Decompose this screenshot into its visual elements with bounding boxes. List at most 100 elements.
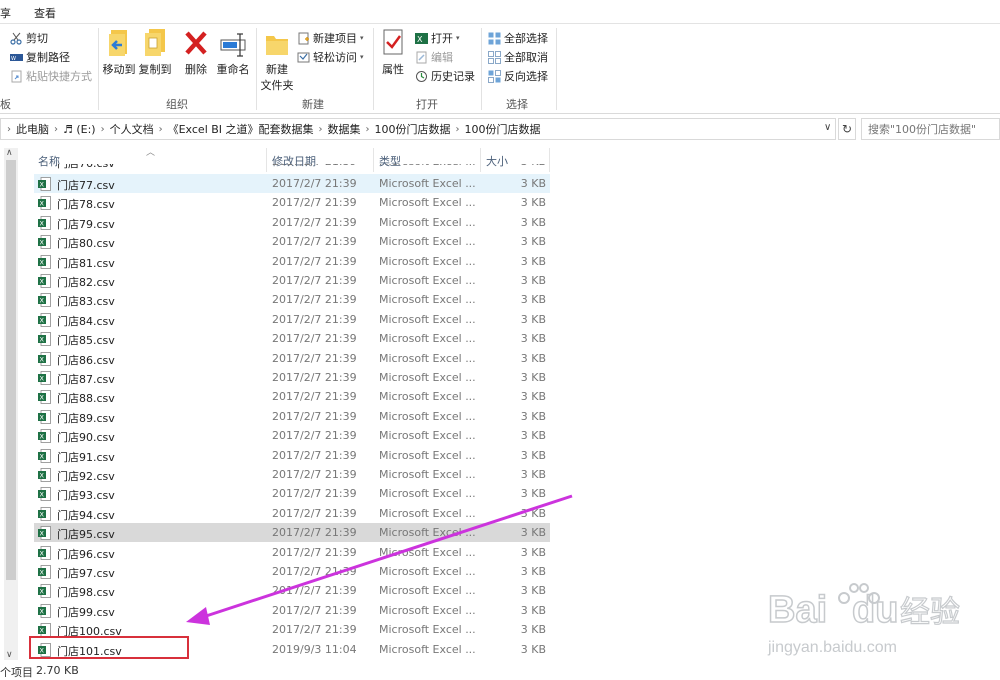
new-item-icon bbox=[298, 32, 309, 44]
move-to-icon bbox=[109, 30, 127, 56]
scroll-up-icon[interactable]: ∧ bbox=[6, 148, 13, 158]
file-date: 2017/2/7 21:39 bbox=[272, 164, 357, 168]
file-date: 2017/2/7 21:39 bbox=[272, 526, 357, 540]
edit-button[interactable]: 编辑 bbox=[415, 49, 453, 65]
file-name: 门店99.csv bbox=[57, 605, 115, 619]
tab-share[interactable]: 享 bbox=[0, 5, 11, 21]
copy-to-button[interactable]: 复制到 bbox=[138, 28, 172, 77]
excel-icon: X bbox=[415, 32, 428, 44]
file-date: 2017/2/7 21:39 bbox=[272, 448, 357, 462]
file-type: Microsoft Excel ... bbox=[379, 468, 475, 481]
file-row[interactable]: X 门店90.csv 2017/2/7 21:39 Microsoft Excel .… bbox=[34, 426, 550, 445]
file-type: Microsoft Excel ... bbox=[379, 506, 475, 520]
breadcrumb-store-data-parent[interactable]: 100份门店数据 bbox=[375, 121, 451, 137]
file-row[interactable]: X 门店94.csv 2017/2/7 21:39 Microsoft Excel .… bbox=[34, 504, 550, 523]
breadcrumb-drive-e[interactable]: ♬ (E:) bbox=[63, 123, 96, 136]
file-date: 2019/9/3 11:04 bbox=[272, 642, 357, 656]
file-size: 3 KB bbox=[520, 448, 546, 462]
select-none-button[interactable]: 全部取消 bbox=[488, 49, 548, 65]
file-row[interactable]: X 门店95.csv 2017/2/7 21:39 Microsoft Excel .… bbox=[34, 523, 550, 543]
select-all-button[interactable]: 全部选择 bbox=[488, 30, 548, 46]
file-row[interactable]: X 门店89.csv 2017/2/7 21:39 Microsoft Excel .… bbox=[34, 407, 550, 426]
file-date: 2017/2/7 21:39 bbox=[272, 409, 357, 423]
refresh-icon[interactable]: ↻ bbox=[838, 118, 856, 140]
file-date: 2017/2/7 21:39 bbox=[272, 293, 357, 307]
copy-path-label: 复制路径 bbox=[26, 51, 70, 64]
rename-label: 重命名 bbox=[216, 63, 250, 76]
breadcrumb-excel-bi[interactable]: 《Excel BI 之道》配套数据集 bbox=[168, 121, 314, 137]
file-row[interactable]: X 门店86.csv 2017/2/7 21:39 Microsoft Excel .… bbox=[34, 349, 550, 368]
file-row[interactable]: X 门店80.csv 2017/2/7 21:39 Microsoft Excel .… bbox=[34, 232, 550, 251]
file-row[interactable]: X 门店97.csv 2017/2/7 21:39 Microsoft Excel .… bbox=[34, 562, 550, 581]
address-dropdown-icon[interactable]: ∨ bbox=[824, 122, 831, 133]
file-date: 2017/2/7 21:39 bbox=[272, 429, 357, 443]
file-size: 3 KB bbox=[520, 371, 546, 384]
file-row[interactable]: X 门店82.csv 2017/2/7 21:39 Microsoft Excel .… bbox=[34, 271, 550, 290]
paste-shortcut-button[interactable]: 粘贴快捷方式 bbox=[10, 68, 92, 84]
file-row[interactable]: X 门店91.csv 2017/2/7 21:39 Microsoft Excel .… bbox=[34, 446, 550, 465]
file-row[interactable]: X 门店77.csv 2017/2/7 21:39 Microsoft Excel .… bbox=[34, 174, 550, 193]
breadcrumb-sep: › bbox=[158, 123, 163, 135]
file-name: 门店87.csv bbox=[57, 373, 115, 386]
file-row[interactable]: X 门店98.csv 2017/2/7 21:39 Microsoft Excel .… bbox=[34, 581, 550, 600]
open-button[interactable]: X 打开 ▾ bbox=[415, 30, 460, 46]
file-type: Microsoft Excel ... bbox=[379, 177, 475, 190]
file-size: 3 KB bbox=[520, 603, 546, 617]
tab-view[interactable]: 查看 bbox=[34, 5, 56, 21]
breadcrumb-store-data[interactable]: 100份门店数据 bbox=[465, 121, 541, 137]
breadcrumb-this-pc[interactable]: 此电脑 bbox=[16, 121, 49, 137]
file-row[interactable]: 门店76.csv 2017/2/7 21:39 Microsoft Excel ..… bbox=[34, 164, 550, 174]
csv-file-icon: X bbox=[38, 274, 51, 288]
properties-button[interactable]: 属性 bbox=[378, 28, 408, 77]
invert-selection-button[interactable]: 反向选择 bbox=[488, 68, 548, 84]
scrollbar-thumb[interactable] bbox=[6, 160, 16, 580]
history-button[interactable]: 历史记录 bbox=[415, 68, 475, 84]
copy-path-button[interactable]: W 复制路径 bbox=[10, 49, 70, 65]
file-row[interactable]: X 门店85.csv 2017/2/7 21:39 Microsoft Excel .… bbox=[34, 329, 550, 348]
breadcrumb-sep: › bbox=[455, 123, 460, 135]
svg-text:X: X bbox=[40, 394, 45, 402]
csv-file-icon: X bbox=[38, 526, 51, 541]
file-name: 门店93.csv bbox=[57, 489, 115, 503]
new-folder-button[interactable]: 新建 文件夹 bbox=[260, 28, 294, 93]
history-icon bbox=[416, 70, 427, 82]
new-folder-label-1: 新建 bbox=[266, 63, 288, 76]
breadcrumb-sep: › bbox=[365, 123, 370, 135]
breadcrumb-sep: › bbox=[7, 123, 11, 135]
breadcrumb-personal-docs[interactable]: 个人文档 bbox=[110, 121, 154, 137]
file-row[interactable]: X 门店96.csv 2017/2/7 21:39 Microsoft Excel .… bbox=[34, 543, 550, 562]
easy-access-button[interactable]: 轻松访问 ▾ bbox=[297, 49, 364, 65]
file-row[interactable]: X 门店79.csv 2017/2/7 21:39 Microsoft Excel .… bbox=[34, 213, 550, 232]
file-row[interactable]: X 门店93.csv 2017/2/7 21:39 Microsoft Excel .… bbox=[34, 484, 550, 503]
vertical-scrollbar[interactable]: ∧ ∨ bbox=[4, 148, 18, 660]
group-divider bbox=[373, 28, 374, 110]
file-row[interactable]: X 门店88.csv 2017/2/7 21:39 Microsoft Excel .… bbox=[34, 387, 550, 406]
file-name: 门店83.csv bbox=[57, 295, 115, 309]
address-bar[interactable]: › 此电脑 › ♬ (E:) › 个人文档 › 《Excel BI 之道》配套数… bbox=[0, 118, 836, 140]
new-item-button[interactable]: 新建项目 ▾ bbox=[297, 30, 364, 46]
file-size: 3 KB bbox=[520, 196, 546, 210]
scroll-down-icon[interactable]: ∨ bbox=[6, 650, 13, 660]
breadcrumb-dataset[interactable]: 数据集 bbox=[328, 121, 361, 137]
cut-button[interactable]: 剪切 bbox=[10, 30, 48, 46]
rename-button[interactable]: 重命名 bbox=[214, 28, 252, 77]
file-row[interactable]: X 门店83.csv 2017/2/7 21:39 Microsoft Excel .… bbox=[34, 290, 550, 309]
delete-button[interactable]: 删除 bbox=[182, 28, 210, 77]
search-input[interactable] bbox=[861, 118, 1000, 140]
svg-text:X: X bbox=[40, 181, 45, 189]
ribbon: 剪切 W 复制路径 粘贴快捷方式 板 移动到 复制到 删除 重命名 组织 新建 … bbox=[0, 24, 1000, 114]
file-row[interactable]: X 门店84.csv 2017/2/7 21:39 Microsoft Excel .… bbox=[34, 310, 550, 329]
status-bar: 个项目 2.70 KB bbox=[0, 660, 1000, 680]
file-row[interactable]: X 门店92.csv 2017/2/7 21:39 Microsoft Excel .… bbox=[34, 465, 550, 484]
open-dropdown-icon: ▾ bbox=[456, 34, 460, 42]
file-row[interactable]: X 门店87.csv 2017/2/7 21:39 Microsoft Excel .… bbox=[34, 368, 550, 387]
file-type: Microsoft Excel ... bbox=[379, 623, 475, 637]
invert-selection-icon bbox=[488, 69, 501, 83]
file-row[interactable]: X 门店81.csv 2017/2/7 21:39 Microsoft Excel .… bbox=[34, 252, 550, 271]
open-group-label: 打开 bbox=[416, 98, 438, 111]
move-to-button[interactable]: 移动到 bbox=[102, 28, 136, 77]
file-name: 门店79.csv bbox=[57, 217, 115, 231]
file-row[interactable]: X 门店78.csv 2017/2/7 21:39 Microsoft Excel .… bbox=[34, 193, 550, 212]
file-row[interactable]: X 门店99.csv 2017/2/7 21:39 Microsoft Excel .… bbox=[34, 601, 550, 620]
svg-text:X: X bbox=[40, 355, 45, 363]
